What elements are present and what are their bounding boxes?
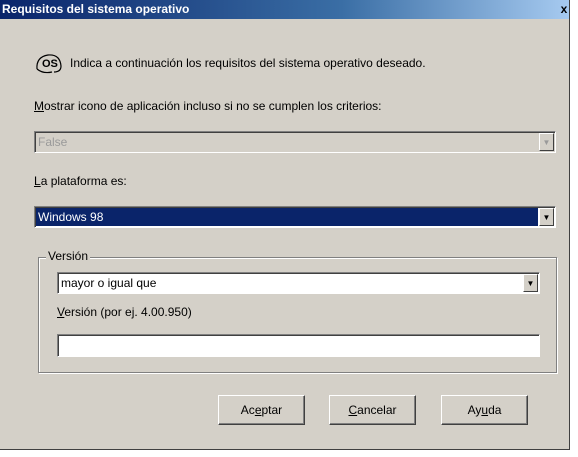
version-input[interactable]: [57, 334, 540, 357]
title-bar[interactable]: Requisitos del sistema operativo x: [0, 0, 569, 19]
chevron-down-icon[interactable]: ▼: [539, 133, 554, 151]
chevron-down-icon[interactable]: ▼: [539, 208, 554, 226]
accept-button-label: Aceptar: [241, 403, 282, 417]
show-icon-label-rest: ostrar icono de aplicación incluso si no…: [44, 99, 382, 113]
platform-label: La plataforma es:: [34, 174, 127, 188]
show-icon-label-mnemonic: M: [34, 99, 44, 113]
version-field-label-rest: ersión (por ej. 4.00.950): [64, 305, 192, 319]
accept-label-post: ptar: [261, 403, 283, 417]
help-button-label: Ayuda: [468, 403, 502, 417]
platform-label-rest: a plataforma es:: [40, 174, 127, 188]
show-icon-select[interactable]: False ▼: [34, 131, 556, 153]
platform-select[interactable]: Windows 98 ▼: [34, 206, 556, 228]
intro-text: Indica a continuación los requisitos del…: [70, 56, 426, 70]
chevron-down-icon[interactable]: ▼: [523, 274, 538, 292]
platform-label-mnemonic: L: [34, 174, 41, 188]
close-icon[interactable]: x: [557, 0, 571, 19]
version-comparison-value: mayor o igual que: [61, 276, 157, 290]
version-comparison-select[interactable]: mayor o igual que ▼: [57, 272, 540, 294]
help-label-post: da: [488, 403, 502, 417]
version-field-label: Versión (por ej. 4.00.950): [57, 305, 192, 319]
cancel-label-post: ancelar: [357, 403, 397, 417]
accept-button[interactable]: Aceptar: [218, 395, 305, 425]
show-icon-label: Mostrar icono de aplicación incluso si n…: [34, 99, 382, 113]
os-requirements-dialog: Requisitos del sistema operativo x OS In…: [0, 0, 570, 450]
cancel-button[interactable]: Cancelar: [329, 395, 416, 425]
help-label-pre: Ay: [467, 403, 482, 417]
accept-label-pre: Ac: [240, 403, 255, 417]
cancel-label-mnemonic: C: [348, 403, 358, 417]
os-icon-text: OS: [42, 58, 58, 70]
platform-select-value: Windows 98: [36, 208, 538, 226]
window-title: Requisitos del sistema operativo: [2, 2, 190, 16]
help-button[interactable]: Ayuda: [441, 395, 528, 425]
cancel-button-label: Cancelar: [348, 403, 396, 417]
os-icon: OS: [36, 54, 62, 74]
accept-label-mnemonic: e: [254, 403, 262, 417]
version-group-title: Versión: [46, 249, 91, 263]
show-icon-select-value: False: [38, 135, 68, 149]
